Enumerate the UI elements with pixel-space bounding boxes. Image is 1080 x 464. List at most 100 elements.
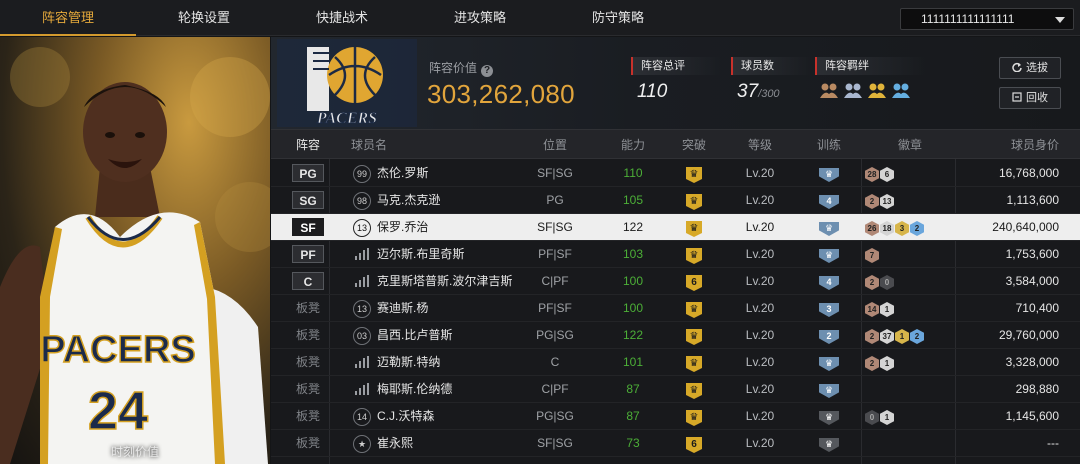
tab-quick-tactics[interactable]: 快捷战术 bbox=[272, 0, 412, 36]
crown-badge-icon[interactable]: ♛ bbox=[686, 194, 702, 210]
table-row[interactable]: C 克里斯塔普斯.波尔津吉斯 C|PF 100 6 Lv.20 4 2 0 3,584,000 bbox=[271, 268, 1080, 295]
player-count-label: 球员数 bbox=[731, 57, 813, 75]
select-button[interactable]: 选拔 bbox=[999, 57, 1061, 79]
badge-bronze-icon[interactable]: 26 bbox=[865, 221, 879, 236]
jersey-cell: 13 bbox=[351, 295, 373, 321]
table-row[interactable]: PF 迈尔斯.布里奇斯 PF|SF 103 ♛ Lv.20 ♛ 7 1,753,600 bbox=[271, 241, 1080, 268]
bond-blue-icon[interactable] bbox=[891, 80, 911, 100]
breakthrough-cell: ♛ bbox=[677, 187, 711, 213]
overall-label: 阵容总评 bbox=[631, 57, 721, 75]
recycle-button[interactable]: 回收 bbox=[999, 87, 1061, 109]
training-shield-icon[interactable]: ♛ bbox=[819, 357, 839, 371]
badge-dark-icon[interactable]: 0 bbox=[865, 410, 879, 425]
badge-bronze-icon[interactable]: 14 bbox=[865, 302, 879, 317]
bond-silver-icon[interactable] bbox=[843, 80, 863, 100]
col-salary[interactable]: 球员身价 bbox=[971, 130, 1059, 160]
col-position[interactable]: 位置 bbox=[523, 130, 587, 160]
table-row[interactable]: SG 98 马克.杰克逊 PG 105 ♛ Lv.20 4 2 13 1,113,600 bbox=[271, 187, 1080, 214]
signal-bars-icon bbox=[355, 275, 369, 287]
training-shield-icon[interactable]: ♛ bbox=[819, 384, 839, 398]
crown-badge-icon[interactable]: ♛ bbox=[686, 167, 702, 183]
badge-silver-icon[interactable]: 1 bbox=[880, 302, 894, 317]
badge-bronze-icon[interactable]: 2 bbox=[865, 194, 879, 209]
col-player-name[interactable]: 球员名 bbox=[351, 130, 411, 160]
help-icon[interactable]: ? bbox=[481, 65, 494, 77]
player-count-number: 37 bbox=[737, 81, 759, 102]
training-shield-icon[interactable]: 4 bbox=[819, 276, 839, 290]
crown-badge-icon[interactable]: 6 bbox=[686, 275, 702, 291]
tab-rotation-settings[interactable]: 轮换设置 bbox=[136, 0, 272, 36]
table-row[interactable]: 板凳 14 C.J.沃特森 PG|SG 87 ♛ Lv.20 ♛ 0 1 1,145,600 bbox=[271, 403, 1080, 430]
lineup-select-value: 1111111111111111 bbox=[921, 12, 1015, 26]
badge-gold-icon[interactable]: 3 bbox=[895, 221, 909, 236]
training-shield-icon[interactable]: 2 bbox=[819, 330, 839, 344]
col-lineup[interactable]: 阵容 bbox=[291, 130, 325, 160]
badge-bronze-icon[interactable]: 2 bbox=[865, 329, 879, 344]
training-shield-icon[interactable]: 3 bbox=[819, 303, 839, 317]
table-row[interactable]: 板凳 03 昌西.比卢普斯 PG|SG 122 ♛ Lv.20 2 2 37 1 2 29,760,00… bbox=[271, 322, 1080, 349]
player-level: Lv.20 bbox=[745, 220, 775, 234]
training-shield-icon[interactable]: ♛ bbox=[819, 222, 839, 236]
player-ability: 101 bbox=[622, 355, 644, 369]
player-ability: 122 bbox=[622, 220, 644, 234]
player-salary: 3,584,000 bbox=[1005, 274, 1059, 288]
badge-silver-icon[interactable]: 1 bbox=[880, 410, 894, 425]
breakthrough-cell: 6 bbox=[677, 268, 711, 294]
badge-bronze-icon[interactable]: 2 bbox=[865, 356, 879, 371]
roster-table: 阵容 球员名 位置 能力 突破 等级 训练 徽章 球员身价 PG 99 杰伦.罗斯 S… bbox=[271, 129, 1080, 464]
tab-lineup-management[interactable]: 阵容管理 bbox=[0, 0, 136, 36]
tab-offense-strategy[interactable]: 进攻策略 bbox=[412, 0, 548, 36]
bond-bronze-icon[interactable] bbox=[819, 80, 839, 100]
crown-badge-icon[interactable]: ♛ bbox=[686, 410, 702, 426]
lineup-select[interactable]: 1111111111111111 bbox=[900, 8, 1074, 30]
player-ability: 87 bbox=[626, 409, 640, 423]
col-level[interactable]: 等级 bbox=[733, 130, 787, 160]
badge-gold-icon[interactable]: 1 bbox=[895, 329, 909, 344]
badge-bronze-icon[interactable]: 2 bbox=[865, 275, 879, 290]
crown-badge-icon[interactable]: ♛ bbox=[686, 302, 702, 318]
badge-silver-icon[interactable]: 18 bbox=[880, 221, 894, 236]
badge-bronze-icon[interactable]: 28 bbox=[865, 167, 879, 182]
crown-badge-icon[interactable]: ♛ bbox=[686, 248, 702, 264]
player-level: Lv.20 bbox=[745, 382, 775, 396]
col-training[interactable]: 训练 bbox=[811, 130, 847, 160]
badge-blue-icon[interactable]: 2 bbox=[910, 221, 924, 236]
crown-badge-icon[interactable]: ♛ bbox=[686, 329, 702, 345]
player-position: C|PF bbox=[541, 382, 569, 396]
table-row[interactable]: 板凳 13 赛迪斯.杨 PF|SF 100 ♛ Lv.20 3 14 1 710,400 bbox=[271, 295, 1080, 322]
badge-silver-icon[interactable]: 13 bbox=[880, 194, 894, 209]
table-row[interactable]: 板凳 迈勒斯.特纳 C 101 ♛ Lv.20 ♛ 2 1 3,328,000 bbox=[271, 349, 1080, 376]
table-row[interactable]: PG 99 杰伦.罗斯 SF|SG 110 ♛ Lv.20 ♛ 28 6 16,768,000 bbox=[271, 160, 1080, 187]
training-cell: 4 bbox=[816, 187, 842, 213]
table-row[interactable]: 板凳 ★ 崔永熙 SF|SG 73 6 Lv.20 ♛ --- bbox=[271, 430, 1080, 457]
badge-dark-icon[interactable]: 0 bbox=[880, 275, 894, 290]
bond-gold-icon[interactable] bbox=[867, 80, 887, 100]
col-ability[interactable]: 能力 bbox=[607, 130, 659, 160]
training-shield-icon[interactable]: ♛ bbox=[819, 438, 839, 452]
training-cell: ♛ bbox=[816, 349, 842, 375]
col-breakthrough[interactable]: 突破 bbox=[671, 130, 717, 160]
bench-label: 板凳 bbox=[295, 328, 320, 342]
badge-blue-icon[interactable]: 2 bbox=[910, 329, 924, 344]
col-badges[interactable]: 徽章 bbox=[865, 130, 955, 160]
crown-badge-icon[interactable]: ♛ bbox=[686, 383, 702, 399]
crown-badge-icon[interactable]: ♛ bbox=[686, 356, 702, 372]
player-position: PG|SG bbox=[536, 409, 574, 423]
crown-badge-icon[interactable]: ♛ bbox=[686, 221, 702, 237]
badge-bronze-icon[interactable]: 7 bbox=[865, 248, 879, 263]
table-row[interactable]: SF 13 保罗.乔治 SF|SG 122 ♛ Lv.20 ♛ 26 18 3 2 240,640,00… bbox=[271, 214, 1080, 241]
badges-cell: 28 6 bbox=[865, 160, 955, 186]
badge-silver-icon[interactable]: 1 bbox=[880, 356, 894, 371]
training-shield-icon[interactable]: ♛ bbox=[819, 249, 839, 263]
training-shield-icon[interactable]: 4 bbox=[819, 195, 839, 209]
crown-badge-icon[interactable]: 6 bbox=[686, 437, 702, 453]
badge-silver-icon[interactable]: 37 bbox=[880, 329, 894, 344]
table-row[interactable]: 板凳 梅耶斯.伦纳德 C|PF 87 ♛ Lv.20 ♛ 298,880 bbox=[271, 376, 1080, 403]
player-name: 杰伦.罗斯 bbox=[377, 166, 429, 180]
tab-defense-strategy[interactable]: 防守策略 bbox=[548, 0, 688, 36]
player-ability: 122 bbox=[622, 328, 644, 342]
training-shield-icon[interactable]: ♛ bbox=[819, 168, 839, 182]
badge-silver-icon[interactable]: 6 bbox=[880, 167, 894, 182]
training-shield-icon[interactable]: ♛ bbox=[819, 411, 839, 425]
player-name: 崔永熙 bbox=[377, 436, 414, 450]
